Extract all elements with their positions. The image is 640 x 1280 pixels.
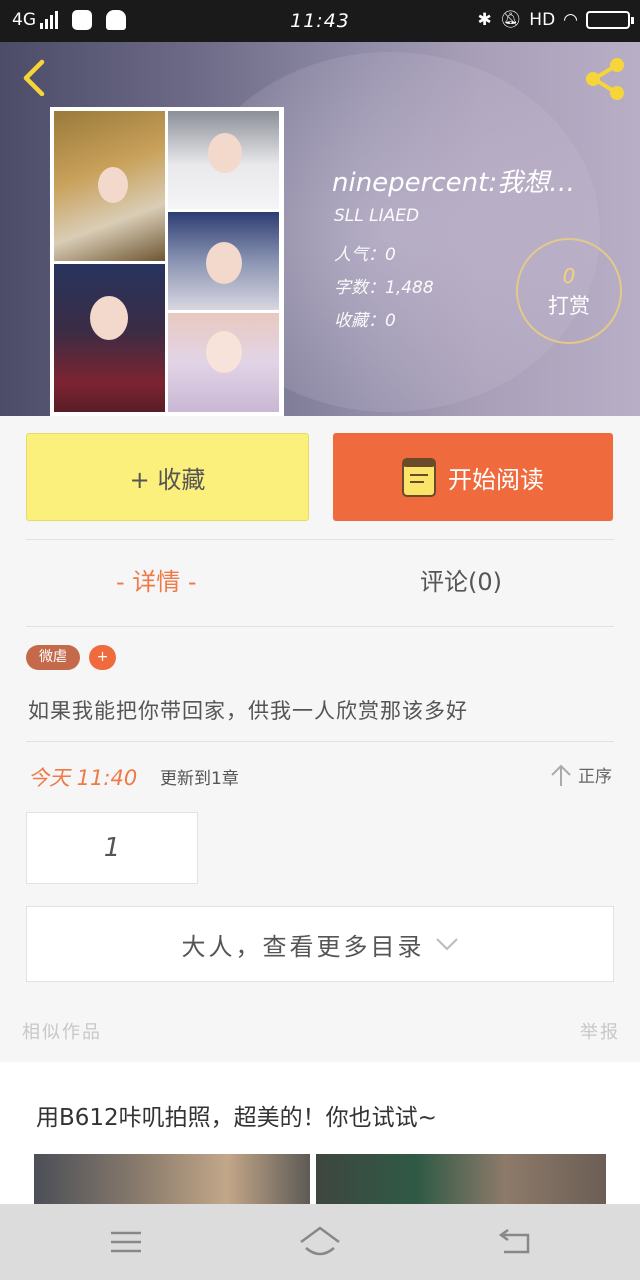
word-count-stat: 字数：1,488: [334, 278, 434, 298]
bluetooth-icon: ✱: [477, 10, 492, 30]
cover-photo: [168, 313, 279, 412]
favorites-stat: 收藏：0: [334, 311, 396, 331]
hd-indicator: HD: [529, 10, 556, 30]
update-time: 今天 11:40: [28, 766, 138, 790]
book-header: ninepercent:我想… SLL LIAED 人气：0 字数：1,488 …: [0, 42, 640, 416]
book-author[interactable]: SLL LIAED: [334, 206, 419, 226]
tag-chip[interactable]: 微虐: [26, 645, 80, 670]
arrow-up-icon: [551, 764, 571, 786]
add-tag-button[interactable]: +: [89, 645, 116, 670]
silent-icon: 🔕︎: [499, 10, 522, 30]
tip-button[interactable]: 0 打赏: [516, 238, 622, 344]
tab-detail[interactable]: - 详情 -: [116, 562, 197, 597]
cover-photo: [168, 212, 279, 310]
divider: [26, 539, 614, 540]
cover-photo: [54, 111, 165, 261]
cover-photo: [168, 111, 279, 209]
start-reading-button[interactable]: 开始阅读: [333, 433, 613, 521]
status-bar: 4G 11:43 ✱ 🔕︎ HD ◠: [0, 0, 640, 42]
wifi-icon: ◠: [563, 10, 578, 30]
update-text: 更新到1章: [160, 769, 239, 789]
collect-label: + 收藏: [129, 465, 206, 494]
book-cover: [50, 107, 284, 416]
sort-order-button[interactable]: 正序: [550, 762, 612, 787]
book-icon: [402, 458, 436, 497]
view-more-label: 大人，查看更多目录: [181, 932, 425, 961]
battery-icon: [586, 11, 634, 29]
book-title: ninepercent:我想…: [332, 168, 576, 198]
start-reading-label: 开始阅读: [448, 465, 544, 494]
divider: [26, 741, 614, 742]
return-icon[interactable]: [496, 1224, 536, 1260]
ad-banner[interactable]: 用B612咔叽拍照，超美的！你也试试~: [0, 1062, 640, 1222]
collect-button[interactable]: + 收藏: [26, 433, 309, 521]
sort-order-label: 正序: [578, 767, 612, 787]
menu-icon[interactable]: [106, 1224, 146, 1260]
popularity-stat: 人气：0: [334, 245, 396, 265]
report-link[interactable]: 举报: [580, 1018, 620, 1044]
back-chevron-icon[interactable]: [14, 56, 54, 96]
view-more-chapters-button[interactable]: 大人，查看更多目录: [26, 906, 614, 982]
divider: [26, 626, 614, 627]
book-description: 如果我能把你带回家，供我一人欣赏那该多好: [28, 699, 468, 723]
cover-photo: [54, 264, 165, 412]
tab-comments[interactable]: 评论(0): [420, 562, 502, 597]
ad-text: 用B612咔叽拍照，超美的！你也试试~: [36, 1105, 437, 1131]
system-nav-bar: [0, 1204, 640, 1280]
chevron-down-icon: [435, 938, 458, 951]
share-icon[interactable]: [580, 54, 630, 104]
tip-label: 打赏: [548, 294, 590, 318]
similar-works-label: 相似作品: [22, 1022, 102, 1043]
chapter-item[interactable]: 1: [26, 812, 198, 884]
tip-count: 0: [562, 264, 576, 288]
home-icon[interactable]: [298, 1224, 342, 1260]
